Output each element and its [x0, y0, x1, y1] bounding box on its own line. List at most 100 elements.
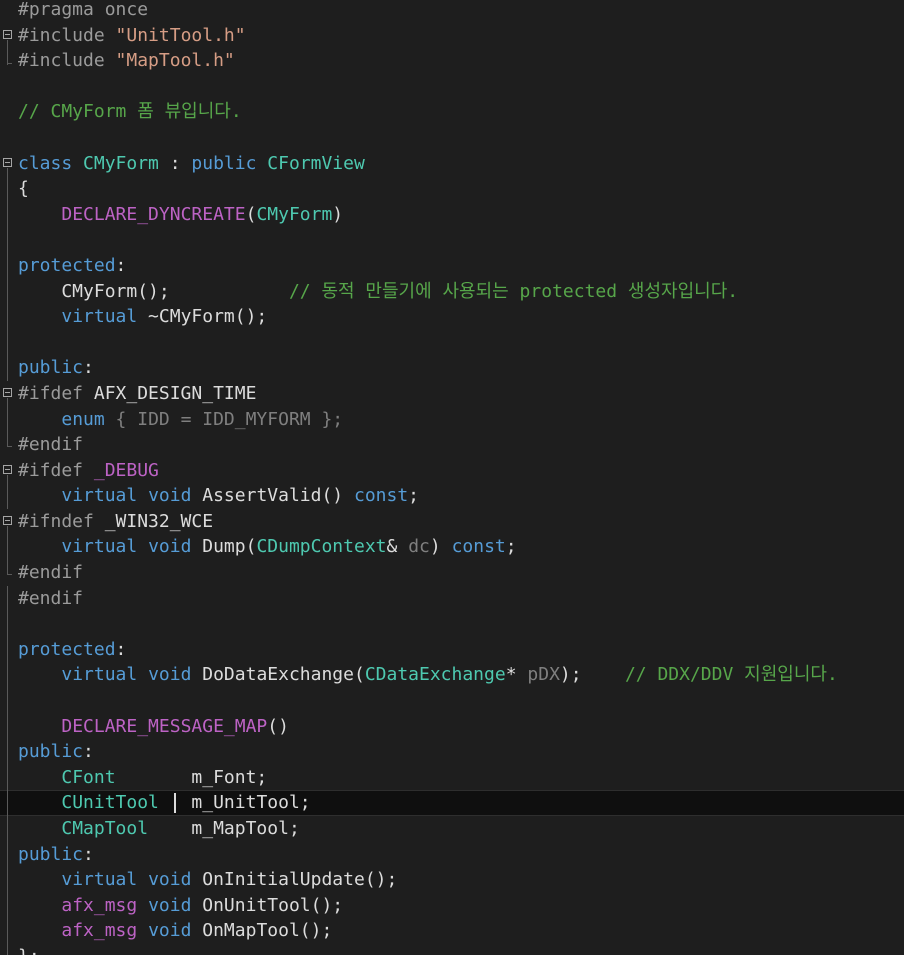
code-line[interactable]: afx_msg void OnUnitTool();	[0, 892, 904, 919]
code-token: "MapTool.h"	[115, 50, 235, 72]
code-line[interactable]: DECLARE_MESSAGE_MAP()	[0, 713, 904, 740]
code-token: AFX_DESIGN_TIME	[93, 382, 257, 404]
fold-collapse-icon[interactable]	[3, 29, 12, 39]
outline-guide	[7, 176, 8, 202]
code-line[interactable]: #ifdef _DEBUG	[0, 458, 904, 501]
outline-margin	[0, 176, 18, 202]
code-line[interactable]: #include "MapTool.h"	[0, 48, 904, 74]
code-token: void	[148, 894, 192, 916]
code-line[interactable]	[0, 688, 904, 714]
code-line[interactable]: virtual void AssertValid() const;	[0, 483, 904, 509]
code-token: #ifdef	[18, 459, 94, 481]
fold-collapse-icon[interactable]	[3, 387, 12, 397]
code-line[interactable]: virtual ~CMyForm();	[0, 304, 904, 330]
code-text: afx_msg void OnMapTool();	[18, 918, 332, 944]
fold-collapse-icon[interactable]	[3, 464, 12, 474]
code-line[interactable]: #pragma once	[0, 0, 904, 23]
code-line[interactable]: protected:	[0, 252, 904, 279]
code-line[interactable]: #ifndef _WIN32_WCE	[0, 509, 904, 552]
code-token: afx_msg	[61, 920, 138, 942]
code-token: CMyForm	[83, 152, 159, 174]
code-text: protected:	[18, 253, 126, 279]
code-token: CFormView	[267, 152, 365, 174]
code-line[interactable]: virtual void OnInitialUpdate();	[0, 867, 904, 893]
code-line[interactable]	[0, 74, 904, 100]
code-token: :	[115, 254, 127, 276]
outline-margin	[0, 381, 18, 424]
outline-guide	[7, 329, 8, 356]
code-token: Dump(	[191, 536, 257, 558]
code-line[interactable]: enum { IDD = IDD_MYFORM };	[0, 406, 904, 433]
code-line[interactable]: public:	[0, 739, 904, 765]
text-caret	[174, 793, 176, 814]
code-token: #endif	[18, 587, 84, 609]
code-text: #endif	[18, 432, 83, 458]
code-line[interactable]: #ifdef AFX_DESIGN_TIME	[0, 381, 904, 424]
code-editor[interactable]: #pragma once #include "UnitTool.h" #includ…	[0, 0, 904, 955]
code-line[interactable]: public:	[0, 841, 904, 868]
code-text: CMyForm(); // 동적 만들기에 사용되는 protected 생성자…	[18, 279, 738, 305]
code-line[interactable]: afx_msg void OnMapTool();	[0, 918, 904, 944]
outline-guide	[7, 201, 8, 228]
code-line[interactable]: #endif	[0, 585, 904, 612]
outline-margin	[0, 764, 18, 791]
fold-collapse-icon[interactable]	[3, 157, 12, 167]
code-text: #endif	[18, 586, 83, 612]
outline-margin	[0, 201, 18, 228]
code-line[interactable]: {	[0, 176, 904, 202]
code-text: public:	[18, 842, 94, 868]
code-line[interactable]: #include "UnitTool.h"	[0, 23, 904, 66]
code-text: {	[18, 176, 29, 202]
code-line-current[interactable]: CUnitTool m_UnitTool;	[0, 790, 904, 816]
code-line[interactable]: CMyForm(); // 동적 만들기에 사용되는 protected 생성자…	[0, 278, 904, 305]
code-line[interactable]: #endif	[0, 432, 904, 458]
code-token: CDataExchange	[364, 664, 506, 686]
code-line[interactable]: virtual void Dump(CDumpContext& dc) cons…	[0, 534, 904, 561]
outline-margin	[0, 355, 18, 381]
code-line[interactable]: public:	[0, 355, 904, 381]
outline-margin	[0, 458, 18, 501]
code-line[interactable]	[0, 125, 904, 151]
code-token: m_MapTool;	[148, 818, 300, 839]
code-token: )	[332, 203, 344, 225]
outline-margin	[0, 688, 18, 714]
outline-margin	[0, 560, 18, 586]
code-token: // CMyForm 폼 뷰입니다.	[18, 101, 242, 123]
fold-collapse-icon[interactable]	[3, 515, 12, 525]
outline-guide	[7, 816, 8, 842]
code-line[interactable]	[0, 329, 904, 356]
code-line[interactable]: protected:	[0, 636, 904, 663]
outline-guide	[7, 406, 8, 433]
code-token: CUnitTool	[61, 792, 159, 814]
code-line[interactable]: DECLARE_DYNCREATE(CMyForm)	[0, 201, 904, 228]
code-token: #include	[18, 24, 116, 46]
code-token: #ifndef	[18, 510, 105, 532]
code-line[interactable]: // CMyForm 폼 뷰입니다.	[0, 99, 904, 125]
code-token: public	[18, 843, 84, 865]
outline-margin	[0, 534, 18, 561]
code-token: DECLARE_DYNCREATE	[61, 203, 246, 225]
code-line[interactable]: #endif	[0, 560, 904, 586]
code-token: class	[18, 152, 84, 174]
code-token: void	[148, 536, 192, 558]
code-line[interactable]: CFont m_Font;	[0, 764, 904, 791]
code-line[interactable]: virtual void DoDataExchange(CDataExchang…	[0, 662, 904, 689]
code-lines[interactable]: #pragma once #include "UnitTool.h" #includ…	[0, 0, 904, 955]
code-text: virtual void Dump(CDumpContext& dc) cons…	[18, 534, 516, 560]
code-line[interactable]	[0, 611, 904, 637]
code-line[interactable]: };	[0, 943, 904, 955]
code-line[interactable]: class CMyForm : public CFormView	[0, 151, 904, 194]
code-line[interactable]	[0, 227, 904, 253]
code-token: void	[148, 920, 192, 942]
code-line[interactable]: CMapTool m_MapTool;	[0, 816, 904, 842]
code-token: #ifdef	[18, 382, 94, 404]
code-text: // CMyForm 폼 뷰입니다.	[18, 99, 242, 125]
code-token: #pragma once	[18, 0, 149, 20]
code-text: #include "UnitTool.h"	[18, 23, 246, 49]
code-text: #pragma once	[18, 0, 148, 23]
code-text: afx_msg void OnUnitTool();	[18, 893, 343, 919]
